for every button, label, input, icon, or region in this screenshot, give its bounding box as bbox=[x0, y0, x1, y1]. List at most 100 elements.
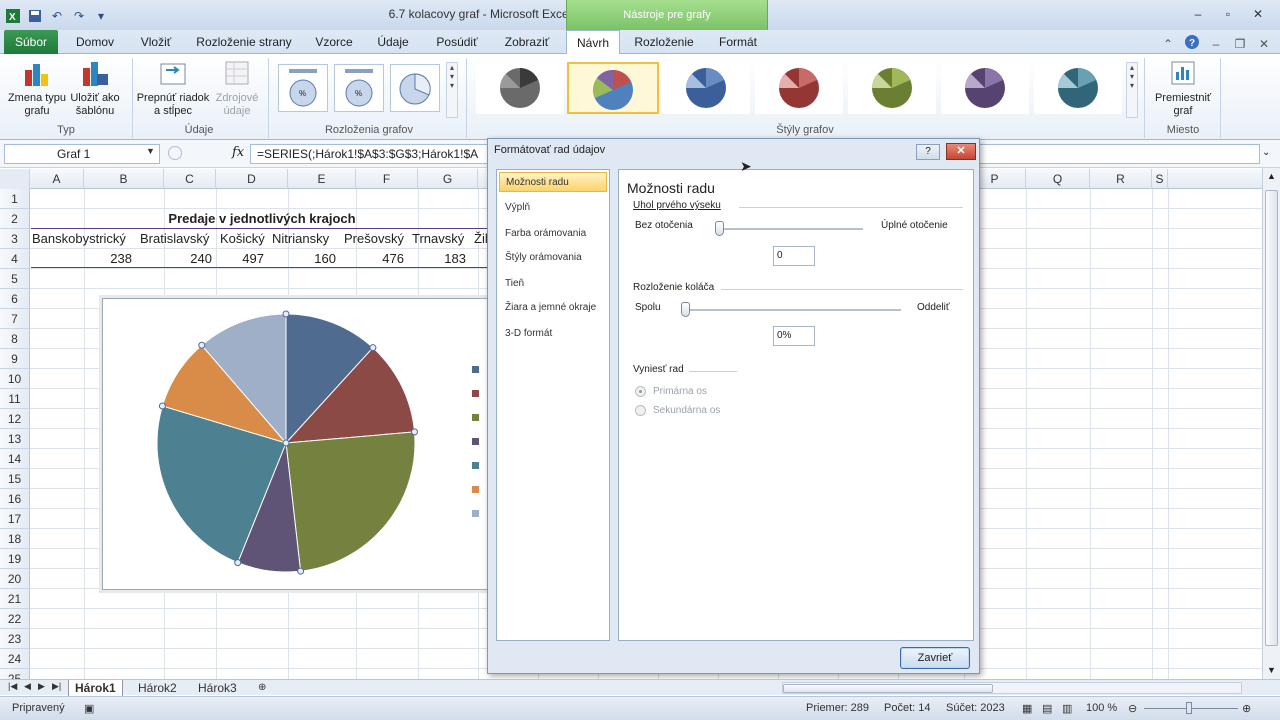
layouts-gallery-scroll[interactable]: ▴ ▾ ▾ bbox=[446, 62, 458, 118]
angle-input[interactable]: 0 bbox=[773, 246, 815, 266]
minimize-icon[interactable]: – bbox=[1190, 6, 1206, 22]
column-header[interactable]: G bbox=[418, 169, 478, 189]
first-sheet-icon[interactable]: |◀ bbox=[8, 681, 17, 692]
row-header[interactable]: 6 bbox=[0, 289, 30, 309]
prev-sheet-icon[interactable]: ◀ bbox=[24, 681, 31, 692]
angle-slider-thumb[interactable] bbox=[715, 221, 724, 236]
insert-sheet-icon[interactable]: ⊕ bbox=[252, 680, 272, 696]
row-header[interactable]: 7 bbox=[0, 309, 30, 329]
layout-thumb-1[interactable]: % bbox=[278, 64, 328, 112]
close-button[interactable]: Zavrieť bbox=[900, 647, 970, 669]
secondary-axis-radio[interactable] bbox=[635, 405, 646, 416]
doc-restore-icon[interactable]: ❐ bbox=[1232, 37, 1248, 51]
row-header[interactable]: 23 bbox=[0, 629, 30, 649]
layout-thumb-3[interactable] bbox=[390, 64, 440, 112]
select-all-corner[interactable] bbox=[0, 169, 30, 189]
selection-handle[interactable] bbox=[297, 567, 305, 575]
dialog-close-button[interactable]: ✕ bbox=[946, 143, 976, 160]
chart-style-2-selected[interactable] bbox=[567, 62, 659, 114]
styles-gallery-scroll[interactable]: ▴ ▾ ▾ bbox=[1126, 62, 1138, 118]
row-header[interactable]: 16 bbox=[0, 489, 30, 509]
primary-axis-radio[interactable] bbox=[635, 386, 646, 397]
legend-marker[interactable] bbox=[472, 438, 479, 445]
row-header[interactable]: 11 bbox=[0, 389, 30, 409]
nav-border-color[interactable]: Farba orámovania bbox=[499, 224, 607, 244]
column-header[interactable]: R bbox=[1090, 169, 1152, 189]
legend-marker[interactable] bbox=[472, 366, 479, 373]
name-box-dropdown-icon[interactable]: ▼ bbox=[146, 146, 155, 156]
zoom-level[interactable]: 100 % bbox=[1086, 702, 1117, 714]
nav-border-styles[interactable]: Štýly orámovania bbox=[499, 248, 607, 268]
angle-slider-track[interactable] bbox=[715, 228, 863, 230]
column-header[interactable]: F bbox=[356, 169, 418, 189]
column-header[interactable]: Q bbox=[1026, 169, 1090, 189]
selection-handle[interactable] bbox=[282, 310, 290, 318]
tab-format[interactable]: Formát bbox=[708, 30, 768, 54]
layout-thumb-2[interactable]: % bbox=[334, 64, 384, 112]
dialog-help-button[interactable]: ? bbox=[916, 144, 940, 160]
tab-page-layout[interactable]: Rozloženie strany bbox=[188, 30, 300, 54]
tab-design[interactable]: Návrh bbox=[566, 30, 620, 55]
row-header[interactable]: 9 bbox=[0, 349, 30, 369]
row-header[interactable]: 10 bbox=[0, 369, 30, 389]
switch-row-column-button[interactable]: Prepnúť riadok a stĺpec bbox=[134, 58, 212, 118]
tab-home[interactable]: Domov bbox=[64, 30, 126, 54]
vertical-scroll-thumb[interactable] bbox=[1265, 190, 1278, 646]
row-header[interactable]: 14 bbox=[0, 449, 30, 469]
row-header[interactable]: 18 bbox=[0, 529, 30, 549]
row-header[interactable]: 20 bbox=[0, 569, 30, 589]
chart-style-5[interactable] bbox=[848, 62, 936, 114]
legend-marker[interactable] bbox=[472, 510, 479, 517]
legend-marker[interactable] bbox=[472, 414, 479, 421]
minimize-ribbon-icon[interactable]: ⌃ bbox=[1160, 37, 1176, 51]
row-header[interactable]: 1 bbox=[0, 189, 30, 209]
explosion-input[interactable]: 0% bbox=[773, 326, 815, 346]
help-icon[interactable]: ? bbox=[1184, 34, 1200, 53]
selection-handle[interactable] bbox=[282, 439, 290, 447]
vertical-scrollbar[interactable]: ▲ ▼ bbox=[1262, 168, 1280, 679]
close-icon[interactable]: ✕ bbox=[1250, 6, 1266, 22]
pie-slice[interactable] bbox=[285, 431, 416, 572]
zoom-slider-thumb[interactable] bbox=[1186, 702, 1192, 714]
legend-marker[interactable] bbox=[472, 486, 479, 493]
normal-view-icon[interactable]: ▦ bbox=[1022, 702, 1032, 715]
expand-formula-icon[interactable]: ⌄ bbox=[1262, 147, 1270, 158]
move-chart-button[interactable]: Premiestniť graf bbox=[1150, 58, 1216, 118]
change-chart-type-button[interactable]: Zmena typu grafu bbox=[6, 58, 68, 118]
sheet-tab-1[interactable]: Hárok1 bbox=[68, 680, 123, 696]
page-layout-view-icon[interactable]: ▤ bbox=[1042, 702, 1052, 715]
row-header[interactable]: 2 bbox=[0, 209, 30, 229]
nav-3d-format[interactable]: 3-D formát bbox=[499, 324, 607, 344]
row-header[interactable]: 17 bbox=[0, 509, 30, 529]
row-header[interactable]: 24 bbox=[0, 649, 30, 669]
nav-series-options[interactable]: Možnosti radu bbox=[499, 172, 607, 192]
last-sheet-icon[interactable]: ▶| bbox=[52, 681, 61, 692]
column-header[interactable]: S bbox=[1152, 169, 1168, 189]
save-template-button[interactable]: Uložiť ako šablónu bbox=[66, 58, 124, 118]
tab-view[interactable]: Zobraziť bbox=[496, 30, 558, 54]
nav-shadow[interactable]: Tieň bbox=[499, 274, 607, 294]
scroll-up-icon[interactable]: ▲ bbox=[1267, 171, 1276, 181]
row-header[interactable]: 22 bbox=[0, 609, 30, 629]
sheet-tab-3[interactable]: Hárok3 bbox=[192, 680, 243, 696]
nav-glow-soft-edges[interactable]: Žiara a jemné okraje bbox=[499, 298, 607, 318]
row-header[interactable]: 12 bbox=[0, 409, 30, 429]
tab-layout[interactable]: Rozloženie bbox=[626, 30, 702, 54]
page-break-view-icon[interactable]: ▥ bbox=[1062, 702, 1072, 715]
formula-bar-handle-icon[interactable] bbox=[168, 146, 182, 160]
horizontal-scrollbar[interactable] bbox=[782, 682, 1242, 694]
doc-close-icon[interactable]: ✕ bbox=[1256, 37, 1272, 51]
selection-handle[interactable] bbox=[234, 559, 242, 567]
selection-handle[interactable] bbox=[411, 428, 419, 436]
selection-handle[interactable] bbox=[369, 344, 377, 352]
macro-record-icon[interactable]: ▣ bbox=[84, 702, 94, 715]
table-title-cell[interactable]: Predaje v jednotlivých krajoch bbox=[32, 209, 492, 229]
row-header[interactable]: 3 bbox=[0, 229, 30, 249]
scroll-down-icon[interactable]: ▼ bbox=[1267, 665, 1276, 675]
doc-minimize-icon[interactable]: – bbox=[1208, 37, 1224, 51]
pie-chart[interactable] bbox=[102, 298, 488, 590]
tab-data[interactable]: Údaje bbox=[368, 30, 418, 54]
row-header[interactable]: 15 bbox=[0, 469, 30, 489]
zoom-out-icon[interactable]: ⊖ bbox=[1128, 702, 1137, 715]
selection-handle[interactable] bbox=[198, 341, 206, 349]
